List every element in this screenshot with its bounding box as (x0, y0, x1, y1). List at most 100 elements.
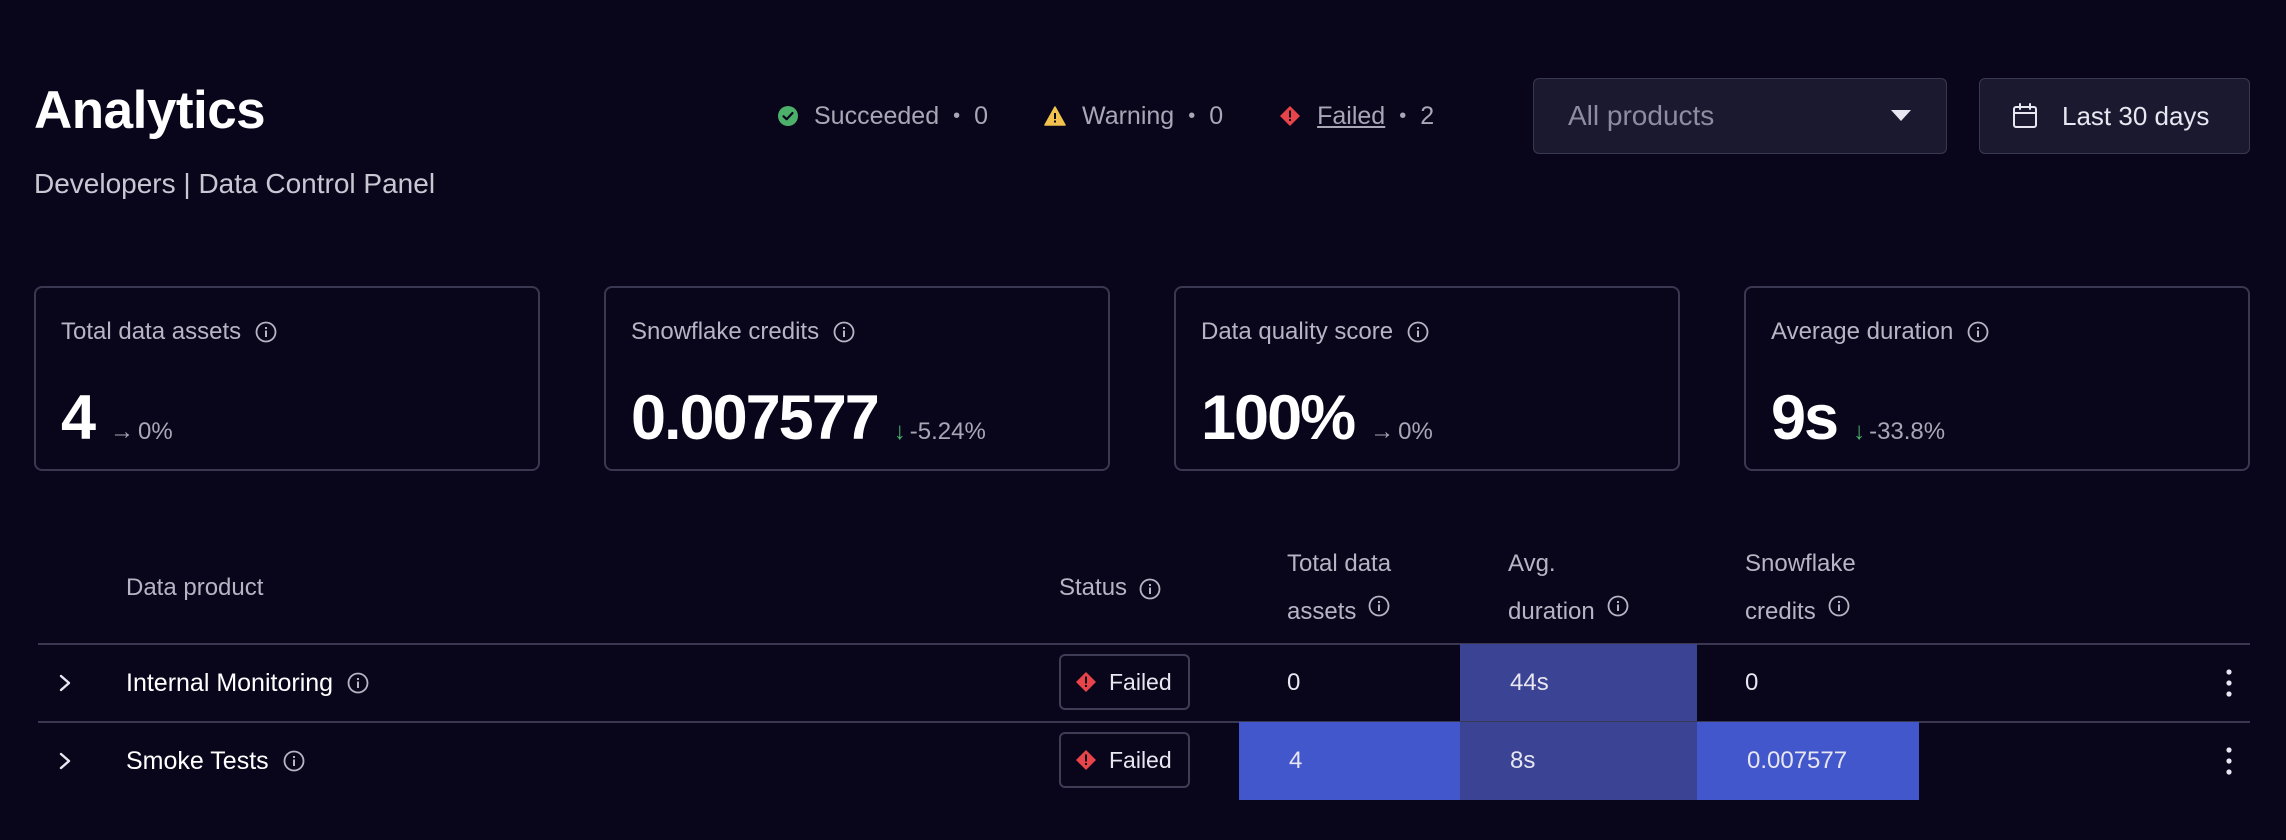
column-header-label: assets (1287, 598, 1357, 625)
product-name-cell[interactable]: Internal Monitoring (126, 644, 369, 722)
failed-count: 2 (1420, 101, 1435, 130)
kpi-delta-value: -33.8% (1869, 418, 1946, 445)
info-icon[interactable] (1607, 595, 1629, 617)
duration-value: 8s (1510, 747, 1536, 774)
column-header-status[interactable]: Status (1059, 564, 1161, 612)
column-header-label: duration (1508, 598, 1595, 625)
duration-value: 44s (1510, 669, 1549, 696)
info-icon[interactable] (1407, 321, 1429, 343)
status-badge: Failed (1059, 654, 1190, 710)
warning-label: Warning (1082, 101, 1175, 130)
kpi-card-average-duration: Average duration 9s ↓ -33.8% (1744, 286, 2250, 471)
kpi-value-row: 0.007577 ↓ -5.24% (631, 380, 986, 456)
arrow-down-icon: ↓ (893, 418, 906, 445)
column-header-label-line2: credits (1745, 588, 1850, 636)
info-icon[interactable] (1967, 321, 1989, 343)
kpi-value-row: 4 → 0% (61, 380, 173, 456)
kpi-label: Average duration (1771, 318, 1954, 345)
credits-cell: 0 (1745, 644, 1758, 722)
product-select[interactable]: All products (1533, 78, 1947, 154)
credits-value: 0 (1745, 669, 1759, 696)
page-subtitle: Developers | Data Control Panel (34, 168, 436, 199)
status-label: Failed (1109, 746, 1172, 773)
failed-link[interactable]: Failed (1317, 102, 1385, 131)
row-actions-button[interactable] (2222, 644, 2236, 722)
info-icon[interactable] (255, 321, 277, 343)
kpi-value: 100% (1201, 383, 1356, 453)
analytics-page: Analytics Developers | Data Control Pane… (0, 0, 2286, 840)
column-header-total-assets[interactable]: Total data assets (1287, 540, 1391, 636)
product-name: Smoke Tests (126, 746, 269, 775)
info-icon[interactable] (1828, 595, 1850, 617)
kpi-label: Snowflake credits (631, 318, 820, 345)
column-header-snowflake-credits[interactable]: Snowflake credits (1745, 540, 1856, 636)
info-icon[interactable] (347, 672, 369, 694)
kpi-label-row: Total data assets (61, 318, 277, 346)
arrow-right-icon: → (1370, 418, 1395, 445)
separator-dot: • (1188, 104, 1196, 127)
separator-dot: • (953, 104, 961, 127)
succeeded-count: 0 (974, 101, 989, 130)
expand-row-button[interactable] (58, 722, 72, 800)
column-header-label-line2: duration (1508, 588, 1629, 636)
kpi-delta-value: 0% (138, 418, 173, 445)
page-title: Analytics (34, 81, 266, 140)
succeeded-label: Succeeded (814, 101, 940, 130)
product-name-cell[interactable]: Smoke Tests (126, 722, 305, 800)
failed-diamond-icon (1076, 672, 1096, 692)
kpi-delta: → 0% (1370, 418, 1433, 446)
more-vertical-icon (2226, 669, 2232, 697)
date-range-label: Last 30 days (2062, 100, 2210, 131)
info-icon[interactable] (1368, 595, 1390, 617)
failed-diamond-icon (1280, 106, 1301, 126)
info-icon[interactable] (1139, 578, 1161, 600)
credits-cell: 0.007577 (1697, 722, 1919, 800)
assets-value: 0 (1287, 669, 1301, 696)
column-header-product[interactable]: Data product (126, 564, 263, 612)
expand-row-button[interactable] (58, 644, 72, 722)
check-circle-icon (778, 106, 798, 126)
chevron-right-icon (59, 752, 71, 770)
column-header-label-line2: assets (1287, 588, 1390, 636)
chevron-down-icon (1891, 110, 1911, 121)
failed-diamond-icon (1076, 750, 1096, 770)
warning-summary: Warning • 0 (1044, 102, 1223, 131)
chevron-right-icon (59, 674, 71, 692)
table-row[interactable]: 44s Internal Monitoring Failed 0 0 (38, 644, 2250, 723)
column-header-label: Data product (126, 574, 264, 601)
status-badge: Failed (1059, 732, 1190, 788)
product-select-value: All products (1568, 100, 1715, 131)
kpi-label-row: Average duration (1771, 318, 1989, 346)
column-header-label: Status (1059, 574, 1128, 601)
kpi-value: 0.007577 (631, 383, 880, 453)
duration-cell: 8s (1460, 722, 1697, 800)
duration-cell: 44s (1460, 644, 1697, 722)
warning-count: 0 (1209, 101, 1224, 130)
assets-cell: 0 (1287, 644, 1300, 722)
kpi-delta: ↓ -5.24% (894, 418, 986, 446)
table-row[interactable]: 4 8s 0.007577 Smoke Tests Failed (38, 722, 2250, 800)
kpi-delta: → 0% (110, 418, 173, 446)
warning-triangle-icon (1044, 106, 1066, 126)
failed-summary: Failed • 2 (1279, 102, 1434, 131)
status-summary: Succeeded • 0 Warning • 0 Failed • 2 (778, 96, 1434, 136)
kpi-label-row: Data quality score (1201, 318, 1429, 346)
status-label: Failed (1109, 668, 1172, 695)
calendar-icon (2013, 103, 2037, 128)
info-icon[interactable] (833, 321, 855, 343)
column-header-avg-duration[interactable]: Avg. duration (1508, 540, 1629, 636)
assets-cell: 4 (1239, 722, 1461, 800)
row-actions-button[interactable] (2222, 722, 2236, 800)
succeeded-summary: Succeeded • 0 (778, 102, 988, 131)
date-range-button[interactable]: Last 30 days (1979, 78, 2250, 154)
more-vertical-icon (2226, 747, 2232, 775)
separator-dot: • (1399, 104, 1407, 127)
kpi-delta: ↓ -33.8% (1853, 418, 1945, 446)
arrow-right-icon: → (110, 418, 135, 445)
arrow-down-icon: ↓ (1853, 418, 1866, 445)
kpi-value-row: 100% → 0% (1201, 380, 1433, 456)
kpi-delta-value: 0% (1398, 418, 1433, 445)
kpi-label: Total data assets (61, 318, 242, 345)
info-icon[interactable] (283, 750, 305, 772)
kpi-label: Data quality score (1201, 318, 1394, 345)
